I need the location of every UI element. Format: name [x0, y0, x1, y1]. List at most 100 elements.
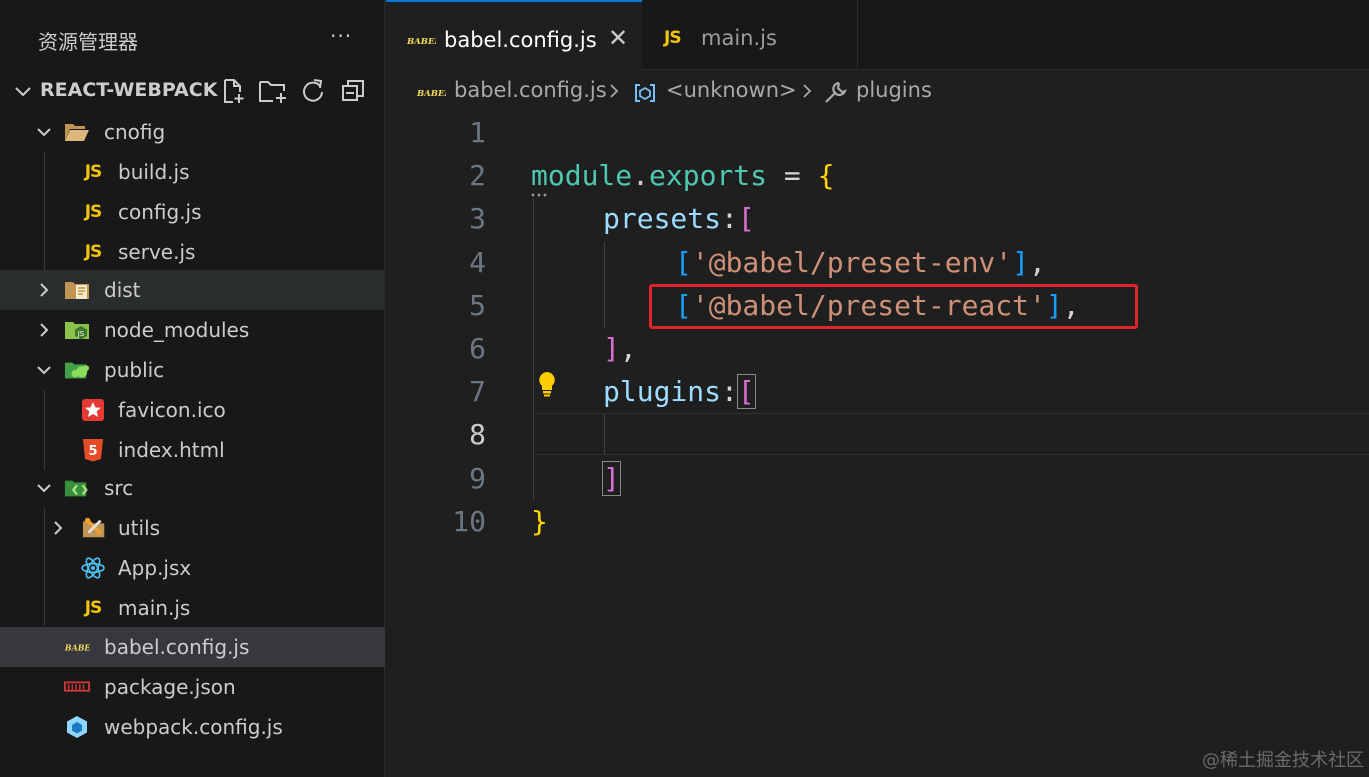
favicon-file-icon	[80, 397, 106, 423]
tree-item-app-jsx[interactable]: App.jsx	[0, 548, 385, 588]
tree-item-label: App.jsx	[118, 556, 192, 580]
tree-item-label: config.js	[118, 200, 202, 224]
tab-main-js[interactable]: JS main.js	[643, 0, 858, 70]
highlight-box	[649, 284, 1138, 329]
line-number: 4	[469, 246, 486, 279]
chevron-down-icon	[37, 128, 51, 137]
code-line-4: ['@babel/preset-env'],	[675, 246, 1046, 279]
chevron-right-icon	[803, 84, 812, 98]
more-actions-icon[interactable]: ···	[330, 24, 352, 48]
tree-item-build-js[interactable]: JS build.js	[0, 152, 385, 192]
tree-item-webpack-config[interactable]: webpack.config.js	[0, 707, 385, 747]
code-line-2: module.exports = {	[531, 159, 835, 192]
tree-item-favicon[interactable]: favicon.ico	[0, 390, 385, 430]
line-number-current: 8	[469, 418, 486, 451]
chevron-down-icon	[37, 366, 51, 375]
code-line-6: ],	[603, 332, 637, 365]
svg-text:JS: JS	[77, 330, 85, 338]
js-file-icon: JS	[664, 28, 682, 48]
js-file-icon: JS	[84, 162, 103, 182]
bracket-match: [	[736, 374, 756, 409]
tree-item-public[interactable]: public	[0, 350, 385, 390]
breadcrumb-symbol[interactable]: <unknown>	[666, 78, 797, 102]
tree-item-utils[interactable]: utils	[0, 508, 385, 548]
tree-item-label: package.json	[104, 675, 236, 699]
line-number: 1	[469, 116, 486, 149]
tree-item-label: serve.js	[118, 240, 196, 264]
tree-item-dist[interactable]: dist	[0, 270, 385, 310]
babel-file-icon: BABEL	[406, 37, 436, 46]
breadcrumb-property[interactable]: plugins	[856, 78, 932, 102]
svg-text:BABEL: BABEL	[64, 644, 90, 653]
html-file-icon: 5	[80, 437, 106, 463]
symbol-object-icon	[635, 84, 655, 102]
tree-item-main-js[interactable]: JS main.js	[0, 588, 385, 628]
lightbulb-icon[interactable]	[536, 370, 558, 398]
tab-label: main.js	[701, 26, 777, 50]
tree-item-serve-js[interactable]: JS serve.js	[0, 232, 385, 272]
collapse-all-button[interactable]	[338, 76, 368, 106]
tree-item-label: cnofig	[104, 120, 166, 144]
tree-item-label: dist	[104, 278, 141, 302]
code-line-9: ]	[602, 461, 621, 496]
folder-public-icon	[64, 357, 90, 383]
folder-open-icon	[64, 119, 90, 145]
tree-item-babel-config[interactable]: BABEL babel.config.js	[0, 627, 385, 667]
tree-item-src[interactable]: src	[0, 468, 385, 508]
watermark: @稀土掘金技术社区	[1202, 750, 1364, 771]
webpack-file-icon	[64, 714, 90, 740]
line-number: 3	[469, 202, 486, 235]
refresh-icon	[303, 79, 323, 102]
line-number: 5	[469, 289, 486, 322]
tree-item-package-json[interactable]: package.json	[0, 667, 385, 707]
chevron-right-icon	[40, 323, 49, 337]
chevron-down-icon	[37, 484, 51, 493]
line-number: 10	[452, 505, 486, 538]
close-icon[interactable]: ✕	[608, 24, 628, 52]
new-file-icon	[224, 79, 244, 103]
folder-src-icon	[64, 475, 90, 501]
explorer-sidebar: 资源管理器 ··· REACT-WEBPACK cnofig JS build.…	[0, 0, 385, 777]
svg-text:BABEL: BABEL	[406, 37, 436, 46]
new-folder-button[interactable]	[258, 76, 288, 106]
npm-file-icon	[64, 674, 90, 700]
project-header[interactable]: REACT-WEBPACK	[0, 72, 385, 110]
refresh-button[interactable]	[298, 76, 328, 106]
tree-item-label: src	[104, 476, 134, 500]
tree-item-node-modules[interactable]: JS node_modules	[0, 310, 385, 350]
tree-item-label: public	[104, 358, 165, 382]
new-file-button[interactable]	[218, 76, 248, 106]
code-line-3: presets:[	[603, 202, 755, 235]
folder-utils-icon	[82, 515, 108, 541]
babel-file-icon: BABEL	[416, 89, 446, 98]
tree-item-cnofig[interactable]: cnofig	[0, 112, 385, 152]
babel-file-icon: BABEL	[64, 634, 90, 660]
explorer-title: 资源管理器	[38, 30, 138, 54]
breadcrumb-file[interactable]: babel.config.js	[454, 78, 607, 102]
chevron-right-icon	[54, 521, 63, 535]
indent-guide	[604, 242, 605, 328]
chevron-right-icon	[40, 283, 49, 297]
js-file-icon: JS	[84, 598, 103, 618]
tab-babel-config[interactable]: BABEL babel.config.js ✕	[386, 0, 642, 70]
tree-item-config-js[interactable]: JS config.js	[0, 192, 385, 232]
tree-item-label: build.js	[118, 160, 190, 184]
tree-item-index-html[interactable]: 5 index.html	[0, 430, 385, 470]
chevron-down-icon	[15, 87, 31, 97]
js-file-icon: JS	[84, 202, 103, 222]
tree-item-label: main.js	[118, 596, 191, 620]
svg-text:5: 5	[88, 444, 97, 459]
collapse-all-icon	[342, 80, 364, 101]
line-number: 7	[469, 375, 486, 408]
tree-item-label: webpack.config.js	[104, 715, 283, 739]
current-line-highlight	[533, 413, 1369, 455]
new-folder-icon	[259, 81, 286, 103]
folder-node-icon: JS	[64, 317, 90, 343]
folder-dist-icon	[64, 277, 90, 303]
react-file-icon	[80, 555, 106, 581]
indent-guide	[604, 414, 605, 454]
code-editor[interactable]: 1 2 3 4 5 6 7 8 9 10 module.exports = { …	[386, 112, 1369, 777]
line-number: 2	[469, 159, 486, 192]
bracket-match: ]	[602, 461, 621, 496]
tree-item-label: index.html	[118, 438, 225, 462]
